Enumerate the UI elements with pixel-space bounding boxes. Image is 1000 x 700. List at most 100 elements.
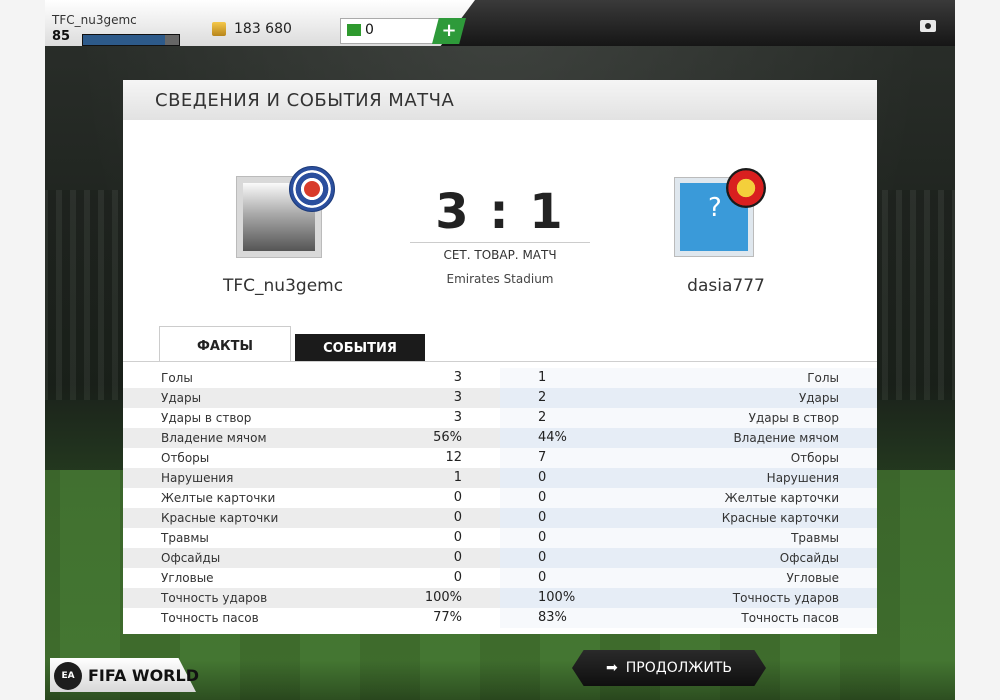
stat-label-home: Удары	[161, 391, 202, 405]
stat-away-side: 83% Точность пасов	[500, 608, 877, 628]
stat-label-home: Владение мячом	[161, 431, 267, 445]
stat-home-side: Точность ударов 100%	[123, 588, 500, 608]
stat-value-away: 44%	[538, 430, 567, 445]
stat-label-away: Травмы	[791, 531, 839, 545]
stat-label-home: Голы	[161, 371, 193, 385]
stat-label-home: Точность пасов	[161, 611, 259, 625]
stats-table: Голы 3 1 Голы Удары 3 2 Удары Удары в створ 3 2 Уда…	[123, 368, 877, 628]
home-club-badge-icon	[289, 166, 335, 212]
points-value: 0	[365, 22, 374, 38]
stat-away-side: 0 Желтые карточки	[500, 488, 877, 508]
stat-value-home: 3	[453, 370, 462, 385]
stat-away-side: 100% Точность ударов	[500, 588, 877, 608]
continue-label: ПРОДОЛЖИТЬ	[625, 660, 732, 676]
points-icon	[347, 24, 361, 36]
stat-home-side: Офсайды 0	[123, 548, 500, 568]
arrow-right-icon: ➡	[606, 660, 618, 676]
stat-value-away: 0	[538, 470, 547, 485]
stat-label-away: Отборы	[790, 451, 839, 465]
stat-value-away: 0	[538, 570, 547, 585]
stat-label-home: Офсайды	[161, 551, 221, 565]
stat-row: Точность ударов 100% 100% Точность ударов	[123, 588, 877, 608]
stat-label-away: Владение мячом	[733, 431, 839, 445]
camera-icon[interactable]	[920, 20, 936, 32]
unknown-avatar-icon: ?	[708, 193, 722, 223]
home-player-name: TFC_nu3gemc	[223, 276, 344, 296]
player-info[interactable]: TFC_nu3gemc 85	[52, 13, 192, 46]
stat-home-side: Голы 3	[123, 368, 500, 388]
stat-away-side: 44% Владение мячом	[500, 428, 877, 448]
stat-value-home: 100%	[424, 590, 462, 605]
stat-label-home: Нарушения	[161, 471, 234, 485]
coins-icon	[212, 22, 226, 36]
stat-value-away: 0	[538, 490, 547, 505]
stat-value-home: 0	[453, 510, 462, 525]
right-margin	[955, 0, 1000, 700]
away-player-name: dasia777	[687, 276, 765, 296]
stat-row: Офсайды 0 0 Офсайды	[123, 548, 877, 568]
stat-away-side: 2 Удары в створ	[500, 408, 877, 428]
stat-label-home: Точность ударов	[161, 591, 268, 605]
stat-label-away: Точность пасов	[741, 611, 839, 625]
left-margin	[0, 0, 45, 700]
stat-away-side: 0 Офсайды	[500, 548, 877, 568]
xp-progress-bar	[82, 34, 180, 46]
panel-header: СВЕДЕНИЯ И СОБЫТИЯ МАТЧА	[123, 80, 877, 120]
stat-value-home: 3	[453, 410, 462, 425]
stat-home-side: Удары в створ 3	[123, 408, 500, 428]
stat-value-away: 100%	[538, 590, 576, 605]
stat-value-home: 0	[453, 530, 462, 545]
stat-label-home: Травмы	[161, 531, 209, 545]
tab-divider	[123, 361, 877, 362]
score-divider	[410, 242, 590, 243]
stat-away-side: 0 Красные карточки	[500, 508, 877, 528]
stat-row: Желтые карточки 0 0 Желтые карточки	[123, 488, 877, 508]
match-summary-panel: СВЕДЕНИЯ И СОБЫТИЯ МАТЧА ? TFC_nu3gemc d…	[123, 80, 877, 634]
stat-home-side: Точность пасов 77%	[123, 608, 500, 628]
stat-home-side: Травмы 0	[123, 528, 500, 548]
stat-row: Красные карточки 0 0 Красные карточки	[123, 508, 877, 528]
continue-button[interactable]: ➡ ПРОДОЛЖИТЬ	[572, 650, 766, 686]
xp-progress-remaining	[165, 35, 179, 45]
stat-row: Удары 3 2 Удары	[123, 388, 877, 408]
match-type: СЕТ. ТОВАР. МАТЧ	[443, 248, 557, 262]
stat-label-away: Нарушения	[766, 471, 839, 485]
player-name: TFC_nu3gemc	[52, 13, 137, 27]
stat-label-away: Точность ударов	[732, 591, 839, 605]
stat-value-home: 77%	[433, 610, 462, 625]
tab-events[interactable]: СОБЫТИЯ	[295, 334, 425, 362]
stat-value-away: 7	[538, 450, 547, 465]
stat-home-side: Отборы 12	[123, 448, 500, 468]
stat-home-side: Удары 3	[123, 388, 500, 408]
coins-balance: 183 680	[234, 21, 292, 37]
stat-row: Отборы 12 7 Отборы	[123, 448, 877, 468]
stat-label-away: Удары в створ	[748, 411, 839, 425]
stat-value-away: 0	[538, 510, 547, 525]
tab-facts[interactable]: ФАКТЫ	[159, 326, 291, 362]
stat-row: Владение мячом 56% 44% Владение мячом	[123, 428, 877, 448]
stat-row: Голы 3 1 Голы	[123, 368, 877, 388]
stat-away-side: 0 Угловые	[500, 568, 877, 588]
stat-row: Травмы 0 0 Травмы	[123, 528, 877, 548]
stat-value-home: 56%	[433, 430, 462, 445]
stat-value-home: 12	[445, 450, 462, 465]
match-score: 3 : 1	[435, 184, 565, 240]
stat-label-home: Желтые карточки	[161, 491, 276, 505]
stat-value-home: 0	[453, 490, 462, 505]
fifa-world-logo-text: FIFA WORLD	[88, 666, 199, 685]
stat-label-home: Угловые	[161, 571, 214, 585]
points-balance: 0	[340, 18, 442, 44]
stat-row: Удары в створ 3 2 Удары в створ	[123, 408, 877, 428]
stat-home-side: Нарушения 1	[123, 468, 500, 488]
stat-label-away: Красные карточки	[721, 511, 839, 525]
stat-label-home: Удары в створ	[161, 411, 252, 425]
stat-row: Угловые 0 0 Угловые	[123, 568, 877, 588]
stat-label-away: Угловые	[786, 571, 839, 585]
stat-value-home: 0	[453, 570, 462, 585]
ea-sports-icon: EA	[54, 662, 82, 690]
stat-value-home: 3	[453, 390, 462, 405]
away-club-badge-icon	[726, 168, 766, 208]
stat-value-away: 2	[538, 390, 547, 405]
panel-title: СВЕДЕНИЯ И СОБЫТИЯ МАТЧА	[155, 90, 455, 111]
stat-row: Нарушения 1 0 Нарушения	[123, 468, 877, 488]
